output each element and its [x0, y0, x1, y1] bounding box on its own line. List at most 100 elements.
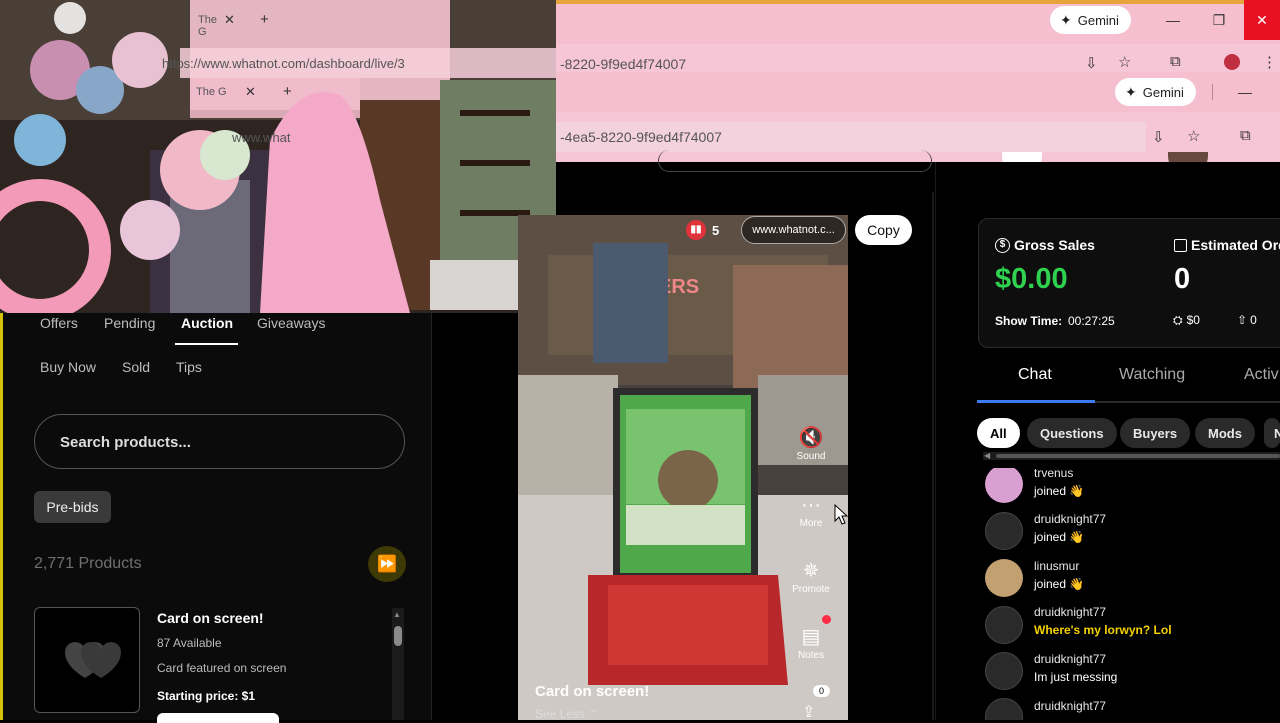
tab-sold[interactable]: Sold	[122, 359, 150, 375]
bag-icon	[1174, 238, 1187, 252]
avatar[interactable]	[985, 606, 1023, 644]
active-tab-underline	[175, 343, 238, 345]
filter-all[interactable]: All	[977, 418, 1020, 448]
share-url-pill[interactable]: www.whatnot.c...	[741, 216, 846, 244]
profile-avatar-icon[interactable]	[1224, 54, 1240, 70]
sound-button[interactable]: 🔇 Sound	[781, 425, 841, 462]
share-icon[interactable]: ⇪	[802, 702, 815, 722]
notes-icon: ▤	[801, 626, 821, 648]
chat-username[interactable]: druidknight77	[1034, 699, 1106, 713]
avatar[interactable]	[985, 512, 1023, 550]
bookmark-star-icon[interactable]: ☆	[1187, 127, 1200, 145]
filter-questions[interactable]: Questions	[1027, 418, 1117, 448]
tab-watching[interactable]: Watching	[1119, 366, 1185, 384]
kebab-menu-icon[interactable]: ⋮	[1262, 53, 1277, 71]
panel-divider	[431, 313, 432, 720]
hearts-logo-icon	[65, 642, 121, 678]
tab-giveaways[interactable]: Giveaways	[257, 315, 325, 331]
chat-username[interactable]: druidknight77	[1034, 652, 1106, 666]
filter-mods[interactable]: Mods	[1195, 418, 1255, 448]
chat-text: joined 👋	[1034, 484, 1085, 498]
chevron-up-icon: ⌃	[588, 707, 599, 721]
chat-username[interactable]: druidknight77	[1034, 512, 1106, 526]
minimize-button-front[interactable]: —	[1222, 72, 1268, 112]
header-search-field[interactable]	[658, 150, 932, 172]
chat-username[interactable]: linusmur	[1034, 559, 1079, 573]
chat-username[interactable]: trvenus	[1034, 468, 1073, 480]
mouse-cursor	[834, 504, 848, 525]
promote-star-icon: ✵	[802, 560, 820, 582]
filter-more[interactable]: N	[1264, 418, 1280, 448]
install-app-icon[interactable]: ⇩	[1152, 128, 1165, 146]
minimize-button-back[interactable]: —	[1150, 0, 1196, 40]
avatar[interactable]	[985, 652, 1023, 690]
tab-auction[interactable]: Auction	[181, 315, 233, 331]
estimated-orders-label: Estimated Ord	[1174, 237, 1280, 253]
scroll-left-icon[interactable]: ◀	[984, 451, 990, 460]
chat-text: joined 👋	[1034, 577, 1085, 591]
video-title: Card on screen!	[535, 683, 650, 700]
chat-text-highlighted: Where's my lorwyn? Lol	[1034, 623, 1172, 637]
fast-forward-icon[interactable]: ⏩	[368, 546, 406, 582]
copy-link-button[interactable]: Copy	[855, 215, 912, 245]
product-action-button[interactable]	[157, 713, 279, 723]
gross-sales-value: $0.00	[995, 263, 1068, 295]
filter-buyers[interactable]: Buyers	[1120, 418, 1191, 448]
promote-button[interactable]: ✵ Promote	[781, 558, 841, 595]
new-tab-icon: +	[283, 83, 292, 100]
see-less-link[interactable]: See Less ⌃	[535, 707, 598, 721]
avatar[interactable]	[985, 698, 1023, 720]
viewer-count-badge: ▮▮ 5	[686, 217, 734, 243]
webcam-scene	[0, 0, 556, 313]
tab-activity[interactable]: Activ	[1244, 366, 1279, 384]
live-bars-icon: ▮▮	[686, 220, 706, 240]
show-time-value: 00:27:25	[1068, 314, 1115, 328]
gemini-button-back[interactable]: ✦ Gemini	[1050, 6, 1131, 34]
cam-browser-url: https://www.whatnot.com/dashboard/live/3	[162, 56, 405, 71]
install-app-icon[interactable]: ⇩	[1085, 54, 1098, 72]
avatar[interactable]	[985, 559, 1023, 597]
scrollbar-track[interactable]	[392, 608, 404, 720]
tab-tips[interactable]: Tips	[176, 359, 202, 375]
dollar-icon: $	[995, 237, 1010, 253]
bookmark-star-icon[interactable]: ☆	[1118, 53, 1131, 71]
chat-text: joined 👋	[1034, 530, 1085, 544]
tab-buy-now[interactable]: Buy Now	[40, 359, 96, 375]
tab-chat[interactable]: Chat	[1018, 366, 1052, 384]
search-input[interactable]: Search products...	[34, 414, 405, 469]
product-title[interactable]: Card on screen!	[157, 610, 264, 626]
estimated-orders-value: 0	[1174, 263, 1191, 295]
chat-tab-underline	[977, 400, 1095, 403]
cam-browser-url2: www.what	[232, 130, 291, 145]
chat-message-list: trvenus joined 👋 druidknight77 joined 👋 …	[985, 468, 1280, 720]
tab-pending[interactable]: Pending	[104, 315, 155, 331]
product-availability: 87 Available	[157, 636, 222, 650]
close-window-button[interactable]: ✕	[1244, 0, 1280, 40]
toolbar-divider	[1212, 84, 1213, 100]
webcam-overlay: The G ✕ + https://www.whatnot.com/dashbo…	[0, 0, 556, 313]
scrollbar-thumb[interactable]	[394, 626, 402, 646]
column-divider	[932, 192, 934, 720]
extensions-icon[interactable]: ⧉	[1170, 53, 1181, 70]
chat-username[interactable]: druidknight77	[1034, 605, 1106, 619]
extensions-icon[interactable]: ⧉	[1240, 127, 1251, 144]
search-placeholder: Search products...	[60, 434, 191, 451]
filter-scrollbar-thumb[interactable]	[996, 454, 1280, 458]
share-count-badge: 0	[813, 685, 830, 697]
scroll-up-icon[interactable]: ▲	[393, 610, 401, 619]
prebids-filter-button[interactable]: Pre-bids	[34, 491, 111, 523]
chat-text: Im just messing	[1034, 670, 1118, 684]
notes-notification-dot	[822, 615, 831, 624]
restore-button-back[interactable]: ❐	[1196, 0, 1242, 40]
new-tab-icon: +	[260, 11, 269, 28]
more-button[interactable]: ··· More	[781, 492, 841, 529]
close-icon: ✕	[245, 84, 256, 99]
product-thumbnail[interactable]	[34, 607, 140, 713]
product-count: 2,771 Products	[34, 555, 142, 572]
url-text-back[interactable]: -8220-9f9ed4f74007	[560, 56, 686, 72]
gemini-button-front[interactable]: ✦ Gemini	[1115, 78, 1196, 106]
notes-button[interactable]: ▤ Notes	[781, 624, 841, 661]
tab-offers[interactable]: Offers	[40, 315, 78, 331]
avatar[interactable]	[985, 468, 1023, 503]
shares-stat: ⇧ 0	[1237, 313, 1257, 327]
